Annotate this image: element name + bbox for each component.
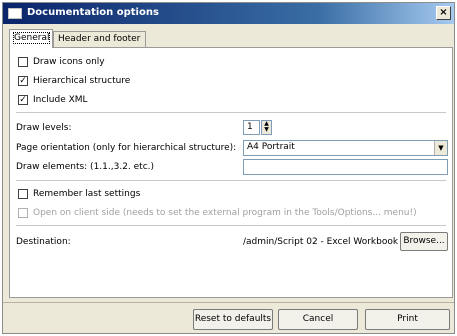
title-bar[interactable]: Documentation options × — [3, 3, 454, 24]
draw-levels-input[interactable]: 1 — [243, 120, 260, 135]
cancel-button[interactable]: Cancel — [278, 309, 358, 330]
open-client-side-checkbox[interactable] — [18, 208, 28, 218]
draw-elements-label: Draw elements: (1.1.,3.2. etc.) — [16, 162, 155, 172]
destination-label: Destination: — [16, 237, 71, 247]
draw-icons-only-label: Draw icons only — [33, 57, 105, 67]
footer-separator — [3, 302, 454, 303]
page-orientation-select[interactable]: A4 Portrait ▼ — [243, 140, 448, 156]
documentation-options-dialog: Documentation options × General Header a… — [2, 2, 455, 334]
include-xml-label: Include XML — [33, 95, 88, 105]
tab-header-and-footer[interactable]: Header and footer — [53, 31, 146, 47]
browse-button[interactable]: Browse... — [400, 232, 448, 251]
window-title: Documentation options — [27, 7, 159, 18]
separator — [16, 225, 446, 226]
draw-levels-value: 1 — [247, 122, 253, 132]
check-icon: ✓ — [19, 95, 27, 105]
chevron-down-icon[interactable]: ▼ — [434, 141, 447, 155]
open-client-side-label: Open on client side (needs to set the ex… — [33, 208, 417, 218]
include-xml-checkbox[interactable]: ✓ — [18, 95, 28, 105]
close-button[interactable]: × — [436, 6, 451, 20]
reset-to-defaults-button[interactable]: Reset to defaults — [193, 309, 273, 330]
page-orientation-label: Page orientation (only for hierarchical … — [16, 143, 237, 153]
draw-levels-label: Draw levels: — [16, 123, 72, 133]
tab-general[interactable]: General — [9, 29, 53, 48]
draw-icons-only-checkbox[interactable] — [18, 57, 28, 67]
window-icon — [8, 8, 22, 19]
draw-elements-input[interactable] — [243, 159, 448, 175]
check-icon: ✓ — [19, 76, 27, 86]
separator — [16, 112, 446, 113]
spin-down-icon[interactable]: ▼ — [262, 127, 271, 133]
hierarchical-structure-checkbox[interactable]: ✓ — [18, 76, 28, 86]
print-button[interactable]: Print — [365, 309, 450, 330]
page-orientation-value: A4 Portrait — [247, 142, 295, 152]
tab-general-label: General — [12, 32, 51, 44]
remember-settings-checkbox[interactable] — [18, 189, 28, 199]
tab-header-footer-label: Header and footer — [58, 34, 141, 44]
hierarchical-structure-label: Hierarchical structure — [33, 76, 131, 86]
separator — [16, 180, 446, 181]
draw-levels-spinner[interactable]: ▲ ▼ — [261, 120, 272, 135]
remember-settings-label: Remember last settings — [33, 189, 141, 199]
destination-path: /admin/Script 02 - Excel Workbook.p — [243, 237, 398, 247]
general-tab-panel: Draw icons only ✓ Hierarchical structure… — [9, 47, 453, 298]
